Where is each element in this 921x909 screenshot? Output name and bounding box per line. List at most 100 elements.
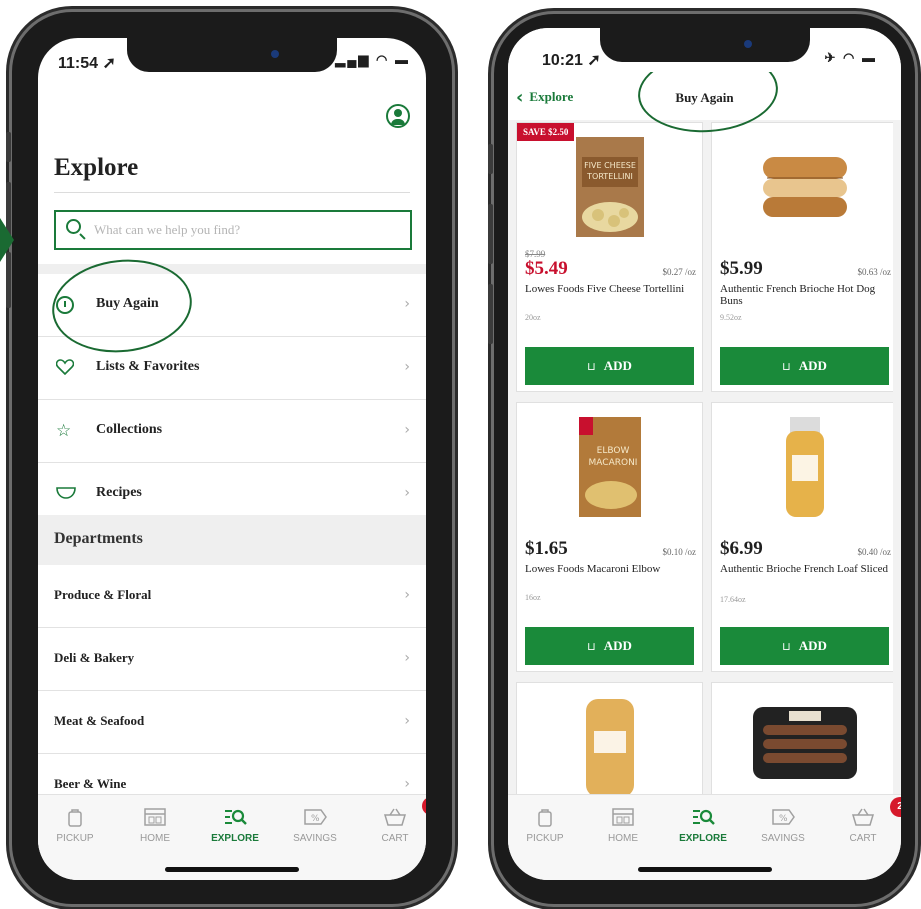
department-item[interactable]: Deli & Bakery ›: [38, 628, 426, 691]
search-input[interactable]: [94, 218, 394, 242]
status-icons: ✈ ◠ ▬: [824, 50, 877, 65]
add-label: ADD: [798, 638, 827, 653]
tab-savings[interactable]: % SAVINGS: [280, 807, 350, 844]
tab-label: PICKUP: [526, 833, 564, 844]
tab-pickup[interactable]: PICKUP: [510, 807, 580, 844]
product-card[interactable]: [711, 682, 893, 794]
menu-item-lists-favorites[interactable]: Lists & Favorites ›: [38, 337, 426, 400]
hot-dog-buns: [757, 147, 853, 227]
notch: [599, 28, 810, 62]
department-item[interactable]: Meat & Seafood ›: [38, 691, 426, 754]
product-size: 20oz: [525, 313, 541, 322]
tab-label: PICKUP: [56, 833, 94, 844]
product-name: Authentic French Brioche Hot Dog Buns: [720, 283, 876, 307]
product-card[interactable]: [516, 682, 703, 794]
svg-text:ELBOW: ELBOW: [596, 446, 629, 456]
store-icon: [142, 807, 168, 827]
page-title: Buy Again: [675, 90, 734, 105]
unit-price: $0.63 /oz: [857, 267, 892, 277]
cart-count-badge: 2: [890, 797, 901, 817]
tab-pickup[interactable]: PICKUP: [40, 807, 110, 844]
department-label: Meat & Seafood: [54, 713, 145, 728]
svg-text:TORTELLINI: TORTELLINI: [586, 172, 633, 181]
cart-count-badge: 27: [422, 797, 426, 815]
tab-label: EXPLORE: [679, 833, 727, 844]
unit-price: $0.40 /oz: [857, 547, 892, 557]
heart-icon: [56, 359, 74, 377]
tab-label: HOME: [140, 833, 170, 844]
tab-home[interactable]: HOME: [588, 807, 658, 844]
tab-home[interactable]: HOME: [120, 807, 190, 844]
profile-icon[interactable]: [386, 104, 410, 128]
add-button[interactable]: ⊔ ADD: [525, 347, 694, 385]
promo-badge: SAVE $2.50: [517, 123, 575, 141]
price: $6.99: [720, 538, 763, 559]
product-card[interactable]: $5.99 $0.63 /oz Authentic French Brioche…: [711, 122, 893, 392]
department-item[interactable]: Produce & Floral ›: [38, 565, 426, 628]
menu-item-collections[interactable]: ☆ Collections ›: [38, 400, 426, 463]
tab-label: EXPLORE: [211, 833, 259, 844]
home-indicator: [637, 867, 772, 872]
search-icon: [66, 219, 81, 234]
product-card[interactable]: ELBOW MACARONI $1.65 $0.10 /oz Lowes Food…: [516, 402, 703, 672]
add-button[interactable]: ⊔ ADD: [720, 627, 889, 665]
chevron-right-icon: ›: [404, 650, 410, 666]
product-card[interactable]: $6.99 $0.40 /oz Authentic Brioche French…: [711, 402, 893, 672]
chevron-right-icon: ›: [404, 296, 410, 312]
add-label: ADD: [603, 638, 632, 653]
product-name: Lowes Foods Macaroni Elbow: [525, 563, 661, 575]
camera: [743, 40, 752, 48]
add-label: ADD: [798, 358, 827, 373]
explore-icon: [222, 807, 248, 827]
search-box[interactable]: [54, 210, 412, 250]
unit-price: $0.27 /oz: [662, 267, 697, 277]
status-time: 11:54 ➚: [58, 55, 116, 72]
tab-label: SAVINGS: [761, 833, 805, 844]
menu-item-buy-again[interactable]: Buy Again ›: [38, 274, 426, 337]
departments-title: Departments: [54, 530, 143, 547]
chevron-right-icon: ›: [404, 422, 410, 438]
notch: [127, 38, 337, 72]
product-name: Lowes Foods Five Cheese Tortellini: [525, 283, 685, 295]
chevron-right-icon: ›: [404, 587, 410, 603]
product-size: 16oz: [525, 593, 541, 602]
macaroni-box: ELBOW MACARONI: [575, 415, 645, 519]
chevron-right-icon: ›: [404, 776, 410, 792]
bag-icon: [62, 807, 88, 827]
explore-icon: [690, 807, 716, 827]
tab-explore[interactable]: EXPLORE: [200, 807, 270, 844]
tab-bar: PICKUP HOME EXPLORE % SAVINGS 2 CART: [508, 794, 901, 880]
price: $1.65: [525, 538, 568, 559]
chevron-right-icon: ›: [404, 485, 410, 501]
brioche-loaf: [782, 415, 828, 519]
sale-price: $5.49: [525, 258, 568, 279]
tab-label: CART: [381, 833, 409, 844]
right-phone-frame: 10:21 ➚ ✈ ◠ ▬ ‹ Explore Buy Again SAVE $2…: [488, 14, 915, 904]
departments-header: Departments: [38, 515, 426, 565]
mute-switch: [6, 132, 11, 162]
cart-icon: 2: [850, 797, 901, 827]
bag-icon: [532, 807, 558, 827]
store-icon: [610, 807, 636, 827]
page-title: Explore: [54, 154, 139, 181]
product-card[interactable]: SAVE $2.50 FIVE CHEESE TORTELLINI $7.99 $…: [516, 122, 703, 392]
product-size: 9.52oz: [720, 313, 742, 322]
tab-cart[interactable]: 27 CART: [360, 797, 426, 844]
tab-label: HOME: [608, 833, 638, 844]
department-label: Produce & Floral: [54, 587, 152, 602]
tab-explore[interactable]: EXPLORE: [668, 807, 738, 844]
tab-cart[interactable]: 2 CART: [828, 797, 901, 844]
clock-icon: [56, 296, 74, 314]
tab-savings[interactable]: % SAVINGS: [748, 807, 818, 844]
mute-switch: [488, 144, 493, 174]
basket-icon: ⊔: [587, 360, 596, 373]
add-button[interactable]: ⊔ ADD: [525, 627, 694, 665]
buy-again-screen: 10:21 ➚ ✈ ◠ ▬ ‹ Explore Buy Again SAVE $2…: [508, 28, 901, 880]
title-divider: [54, 192, 410, 193]
camera: [271, 50, 279, 58]
menu-item-label: Lists & Favorites: [96, 359, 200, 374]
star-icon: ☆: [56, 421, 72, 441]
add-button[interactable]: ⊔ ADD: [720, 347, 889, 385]
annotation-arrow: [0, 218, 14, 262]
product-size: 17.64oz: [720, 595, 746, 604]
